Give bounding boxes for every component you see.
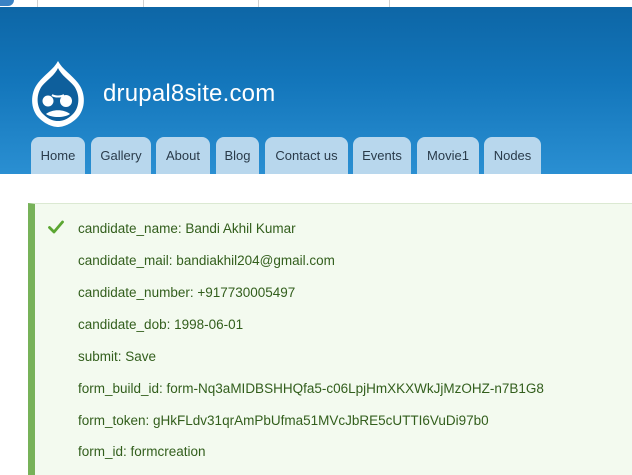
status-line-form-token: form_token: gHkFLdv31qrAmPbUfma51MVcJbRE… bbox=[78, 413, 489, 428]
status-line-form-id: form_id: formcreation bbox=[78, 444, 206, 459]
tab-nodes[interactable]: Nodes bbox=[484, 137, 541, 174]
status-line-candidate-mail: candidate_mail: bandiakhil204@gmail.com bbox=[78, 253, 335, 268]
status-line-form-build-id: form_build_id: form-Nq3aMIDBSHHQfa5-c06L… bbox=[78, 381, 544, 396]
tab-events[interactable]: Events bbox=[353, 137, 411, 174]
tab-about[interactable]: About bbox=[156, 137, 210, 174]
tab-contact-us[interactable]: Contact us bbox=[265, 137, 348, 174]
toolbar-separator bbox=[37, 0, 38, 7]
tab-gallery[interactable]: Gallery bbox=[91, 137, 151, 174]
drupal-logo-icon[interactable] bbox=[28, 59, 88, 129]
tab-blog[interactable]: Blog bbox=[216, 137, 259, 174]
tab-home[interactable]: Home bbox=[31, 137, 85, 174]
site-header: drupal8site.com Home Gallery About Blog … bbox=[0, 7, 632, 174]
tab-movie1[interactable]: Movie1 bbox=[417, 137, 479, 174]
checkmark-icon bbox=[48, 220, 64, 234]
site-name[interactable]: drupal8site.com bbox=[103, 80, 275, 108]
status-line-candidate-dob: candidate_dob: 1998-06-01 bbox=[78, 317, 244, 332]
status-line-candidate-number: candidate_number: +917730005497 bbox=[78, 285, 296, 300]
status-line-candidate-name: candidate_name: Bandi Akhil Kumar bbox=[78, 221, 296, 236]
toolbar-separator bbox=[258, 0, 259, 7]
toolbar-separator bbox=[389, 0, 390, 7]
toolbar-corner bbox=[0, 0, 14, 6]
toolbar-separator bbox=[143, 0, 144, 7]
status-message-box: candidate_name: Bandi Akhil Kumar candid… bbox=[28, 203, 632, 475]
status-line-submit: submit: Save bbox=[78, 349, 157, 364]
